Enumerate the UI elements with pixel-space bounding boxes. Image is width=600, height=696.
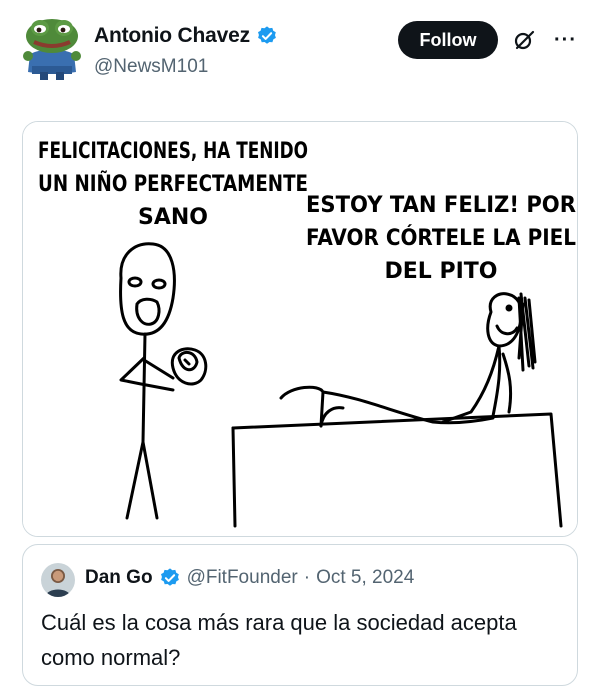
- follow-button[interactable]: Follow: [398, 21, 498, 59]
- verified-badge-icon: [256, 25, 278, 47]
- quoted-post-text: Cuál es la cosa más rara que la sociedad…: [41, 610, 517, 670]
- author-handle[interactable]: @NewsM101: [94, 56, 208, 78]
- quoted-post-date[interactable]: Oct 5, 2024: [316, 567, 414, 589]
- quoted-author-name[interactable]: Dan Go: [85, 567, 153, 589]
- verified-badge-icon: [159, 567, 181, 589]
- author-name[interactable]: Antonio Chavez: [94, 24, 250, 48]
- grok-icon[interactable]: [512, 28, 536, 52]
- left-caption-line-1: FELICITACIONES, HA TENIDO: [38, 139, 308, 164]
- post-header: Antonio Chavez @NewsM101 Follow ···: [0, 0, 600, 100]
- left-caption-line-3: SANO: [138, 205, 208, 230]
- author-avatar[interactable]: [20, 14, 84, 80]
- separator-dot: ·: [303, 567, 311, 588]
- quoted-author-handle[interactable]: @FitFounder: [187, 567, 298, 589]
- more-icon[interactable]: ···: [554, 30, 578, 50]
- left-caption-line-2: UN NIÑO PERFECTAMENTE: [38, 171, 308, 197]
- quoted-author-avatar[interactable]: [41, 563, 75, 597]
- quoted-post[interactable]: Dan Go @FitFounder · Oct 5, 2024 Cuál es…: [22, 544, 578, 686]
- right-caption-line-1: ESTOY TAN FELIZ! POR: [306, 193, 576, 218]
- right-caption-line-2: FAVOR CÓRTELE LA PIEL: [306, 225, 576, 251]
- comic-image[interactable]: FELICITACIONES, HA TENIDO UN NIÑO PERFEC…: [22, 121, 578, 537]
- right-caption-line-3: DEL PITO: [385, 259, 498, 284]
